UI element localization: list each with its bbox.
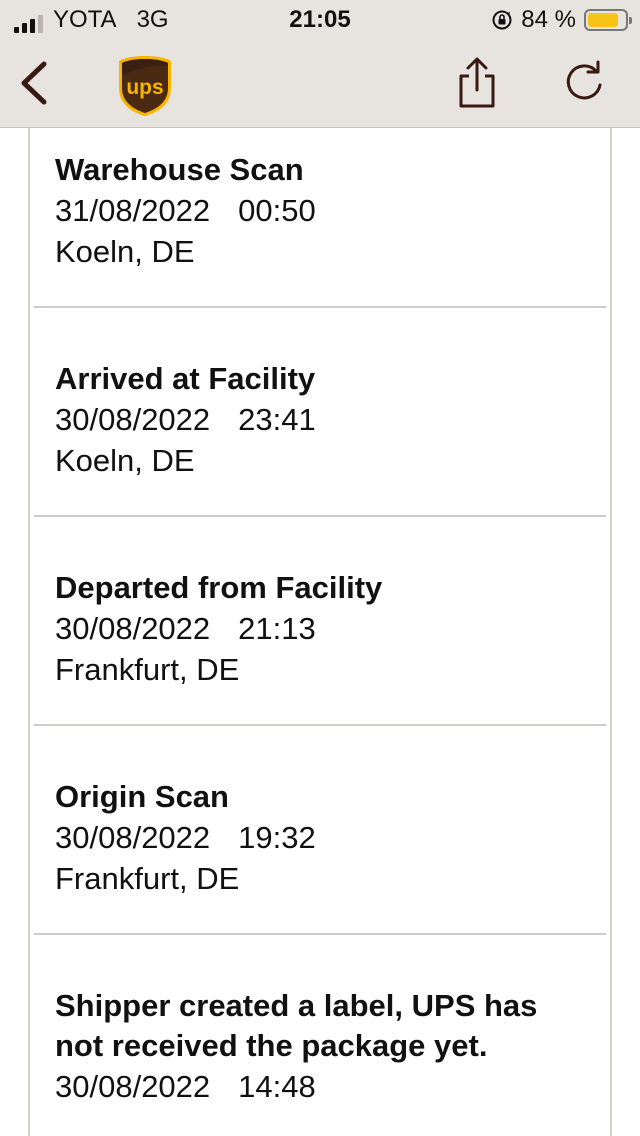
event-datetime: 30/08/2022 21:13 xyxy=(55,608,610,649)
event-location: Koeln, DE xyxy=(55,443,195,478)
tracking-event: Origin Scan 30/08/2022 19:32 Frankfurt, D… xyxy=(30,726,610,935)
chevron-left-icon[interactable] xyxy=(14,58,54,108)
event-location: Koeln, DE xyxy=(55,234,195,269)
event-date: 30/08/2022 xyxy=(55,611,211,646)
share-icon[interactable] xyxy=(455,56,499,110)
status-right: 84 % xyxy=(491,6,632,33)
tracking-event: Departed from Facility 30/08/2022 21:13 F… xyxy=(30,517,610,726)
event-status: Arrived at Facility xyxy=(55,361,316,396)
event-date: 31/08/2022 xyxy=(55,193,211,228)
event-datetime: 30/08/2022 14:48 xyxy=(55,1066,610,1107)
event-datetime: 30/08/2022 19:32 xyxy=(55,817,610,858)
event-location: Frankfurt, DE xyxy=(55,652,240,687)
event-time: 14:48 xyxy=(238,1069,316,1104)
event-date: 30/08/2022 xyxy=(55,820,211,855)
reload-icon[interactable] xyxy=(560,58,608,108)
event-status: Origin Scan xyxy=(55,779,229,814)
battery-icon xyxy=(584,9,632,31)
event-location: Frankfurt, DE xyxy=(55,861,240,896)
tracking-event: Arrived at Facility 30/08/2022 23:41 Koel… xyxy=(30,308,610,517)
tracking-history-list: Warehouse Scan 31/08/2022 00:50 Koeln, DE… xyxy=(28,128,612,1136)
event-datetime: 31/08/2022 00:50 xyxy=(55,190,610,231)
event-status-line-1: Shipper created a label, UPS has xyxy=(55,988,538,1023)
event-status-line-2: not received the package yet. xyxy=(55,1028,488,1063)
ups-logo-text: ups xyxy=(126,76,163,99)
battery-fill xyxy=(588,13,619,27)
event-date: 30/08/2022 xyxy=(55,402,211,437)
event-date: 30/08/2022 xyxy=(55,1069,211,1104)
navigation-bar: ups xyxy=(0,40,640,128)
event-status: Departed from Facility xyxy=(55,570,383,605)
status-bar: YOTA 3G 21:05 84 % xyxy=(0,0,640,40)
ups-logo: ups xyxy=(119,56,171,116)
event-datetime: 30/08/2022 23:41 xyxy=(55,399,610,440)
event-status: Warehouse Scan xyxy=(55,152,304,187)
tracking-event: Warehouse Scan 31/08/2022 00:50 Koeln, DE xyxy=(30,128,610,308)
battery-percent: 84 % xyxy=(521,6,576,33)
tracking-event: Shipper created a label, UPS has not rec… xyxy=(30,935,610,1136)
event-time: 21:13 xyxy=(238,611,316,646)
event-time: 23:41 xyxy=(238,402,316,437)
orientation-lock-icon xyxy=(492,10,512,30)
event-time: 00:50 xyxy=(238,193,316,228)
event-time: 19:32 xyxy=(238,820,316,855)
